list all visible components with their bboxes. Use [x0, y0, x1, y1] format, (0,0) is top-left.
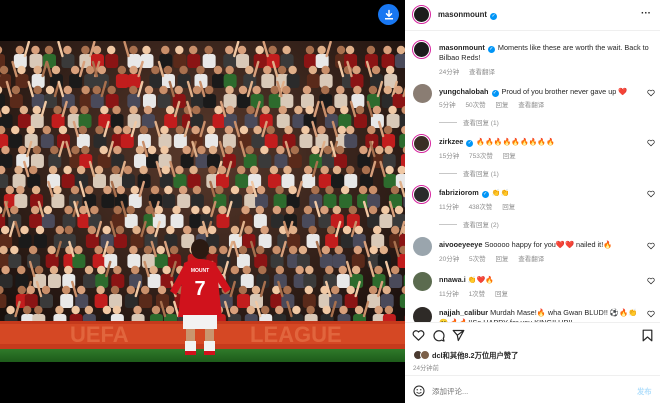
commenter-avatar[interactable]: [413, 237, 432, 256]
comment-likes[interactable]: 1次赞: [469, 291, 486, 298]
comment-text: najjah_calibur Murdah Mase!🔥 wha Gwan BL…: [439, 308, 638, 322]
reply-button[interactable]: 回复: [495, 291, 508, 298]
comment-username[interactable]: fabriziorom: [439, 188, 479, 197]
divider: [405, 322, 660, 323]
caption-author-avatar[interactable]: [412, 40, 431, 59]
view-replies-link[interactable]: 查看回复 (1): [439, 117, 499, 127]
reply-button[interactable]: 回复: [503, 153, 516, 160]
comment-username[interactable]: nnawa.i: [439, 275, 466, 284]
see-translation-link[interactable]: 查看翻译: [518, 256, 544, 263]
bookmark-icon[interactable]: [642, 329, 653, 342]
divider: [405, 375, 660, 376]
reply-button[interactable]: 回复: [502, 204, 515, 211]
post-photo[interactable]: UEFA LEAGUE MOUNT 7: [0, 41, 405, 362]
likes-count[interactable]: dcl和其他8.2万位用户赞了: [432, 351, 518, 361]
emoji-icon[interactable]: [413, 385, 425, 397]
comment-username[interactable]: zirkzee: [439, 137, 463, 146]
comment-meta: 15分钟 753次赞 回复: [439, 153, 516, 160]
like-comment-heart-icon[interactable]: [647, 89, 655, 97]
post-header-author[interactable]: masonmount ✓: [438, 10, 498, 20]
svg-text:LEAGUE: LEAGUE: [250, 322, 342, 347]
share-send-icon[interactable]: [452, 329, 465, 342]
comment-likes[interactable]: 5次赞: [469, 256, 486, 263]
caption-time: 24分钟: [439, 69, 460, 76]
svg-text:MOUNT: MOUNT: [191, 268, 209, 274]
comment-likes[interactable]: 50次赞: [465, 102, 485, 109]
comment-username[interactable]: aivooeyeeye: [439, 240, 482, 249]
comment-text: aivooeyeeye Sooooo happy for you❤️❤️ nai…: [439, 240, 613, 249]
comment-likes[interactable]: 438次赞: [469, 204, 493, 211]
view-replies-link[interactable]: 查看回复 (2): [439, 219, 499, 229]
comment-username[interactable]: najjah_calibur: [439, 308, 488, 317]
more-options-icon[interactable]: ···: [641, 8, 651, 19]
verified-icon: ✓: [481, 191, 489, 198]
commenter-avatar[interactable]: [412, 134, 431, 153]
like-comment-heart-icon[interactable]: [647, 190, 655, 198]
verified-icon: ✓: [487, 46, 495, 53]
comment-text: yungchalobah ✓ Proud of you brother neve…: [439, 87, 628, 97]
commenter-avatar[interactable]: [412, 185, 431, 204]
post-caption: masonmount ✓ Moments like these are wort…: [439, 43, 651, 63]
verified-icon: ✓: [466, 140, 474, 147]
svg-text:7: 7: [194, 278, 205, 300]
comment-meta: 11分钟 1次赞 回复: [439, 291, 508, 298]
svg-text:UEFA: UEFA: [70, 322, 129, 347]
like-comment-heart-icon[interactable]: [647, 139, 655, 147]
reply-button[interactable]: 回复: [495, 102, 508, 109]
caption-username[interactable]: masonmount: [439, 43, 485, 52]
comment-bubble-icon[interactable]: [432, 329, 445, 342]
verified-icon: ✓: [490, 13, 498, 20]
download-button[interactable]: [378, 4, 399, 25]
comment-meta: 11分钟 438次赞 回复: [439, 204, 516, 211]
media-panel: UEFA LEAGUE MOUNT 7: [0, 0, 405, 403]
comment-meta: 20分钟 5次赞 回复 查看翻译: [439, 256, 545, 263]
caption-meta: 24分钟 查看翻译: [439, 66, 503, 76]
liked-by-avatars[interactable]: [413, 350, 433, 361]
view-replies-link[interactable]: 查看回复 (1): [439, 168, 499, 178]
commenter-avatar[interactable]: [413, 272, 432, 291]
author-username[interactable]: masonmount: [438, 10, 487, 19]
divider: [405, 30, 660, 31]
stadium-crowd-image: UEFA LEAGUE MOUNT 7: [0, 41, 405, 362]
download-icon: [384, 9, 393, 19]
post-timestamp[interactable]: 24分钟前: [413, 363, 439, 372]
see-translation-link[interactable]: 查看翻译: [518, 102, 544, 109]
commenter-avatar[interactable]: [413, 307, 432, 322]
comment-clip: najjah_calibur Murdah Mase!🔥 wha Gwan BL…: [405, 304, 660, 322]
comment-input[interactable]: [432, 385, 612, 397]
comment-username[interactable]: yungchalobah: [439, 87, 488, 96]
comment-meta: 5分钟 50次赞 回复 查看翻译: [439, 102, 545, 109]
comment-text: zirkzee ✓ 🔥🔥🔥🔥🔥🔥🔥🔥🔥: [439, 137, 555, 147]
like-heart-icon[interactable]: [412, 329, 425, 342]
post-detail-panel: masonmount ✓ ··· masonmount ✓ Moments li…: [405, 0, 660, 403]
post-comment-button[interactable]: 发布: [637, 387, 652, 397]
comment-text: nnawa.i 👏❤️🔥: [439, 275, 494, 284]
see-translation-link[interactable]: 查看翻译: [469, 69, 495, 76]
verified-icon: ✓: [491, 90, 499, 97]
comment-likes[interactable]: 753次赞: [469, 153, 493, 160]
like-comment-heart-icon[interactable]: [647, 242, 655, 250]
like-comment-heart-icon[interactable]: [647, 310, 655, 318]
author-avatar[interactable]: [412, 5, 431, 24]
reply-button[interactable]: 回复: [495, 256, 508, 263]
comment-text: fabriziorom ✓ 👏👏: [439, 188, 510, 198]
commenter-avatar[interactable]: [413, 84, 432, 103]
like-comment-heart-icon[interactable]: [647, 277, 655, 285]
